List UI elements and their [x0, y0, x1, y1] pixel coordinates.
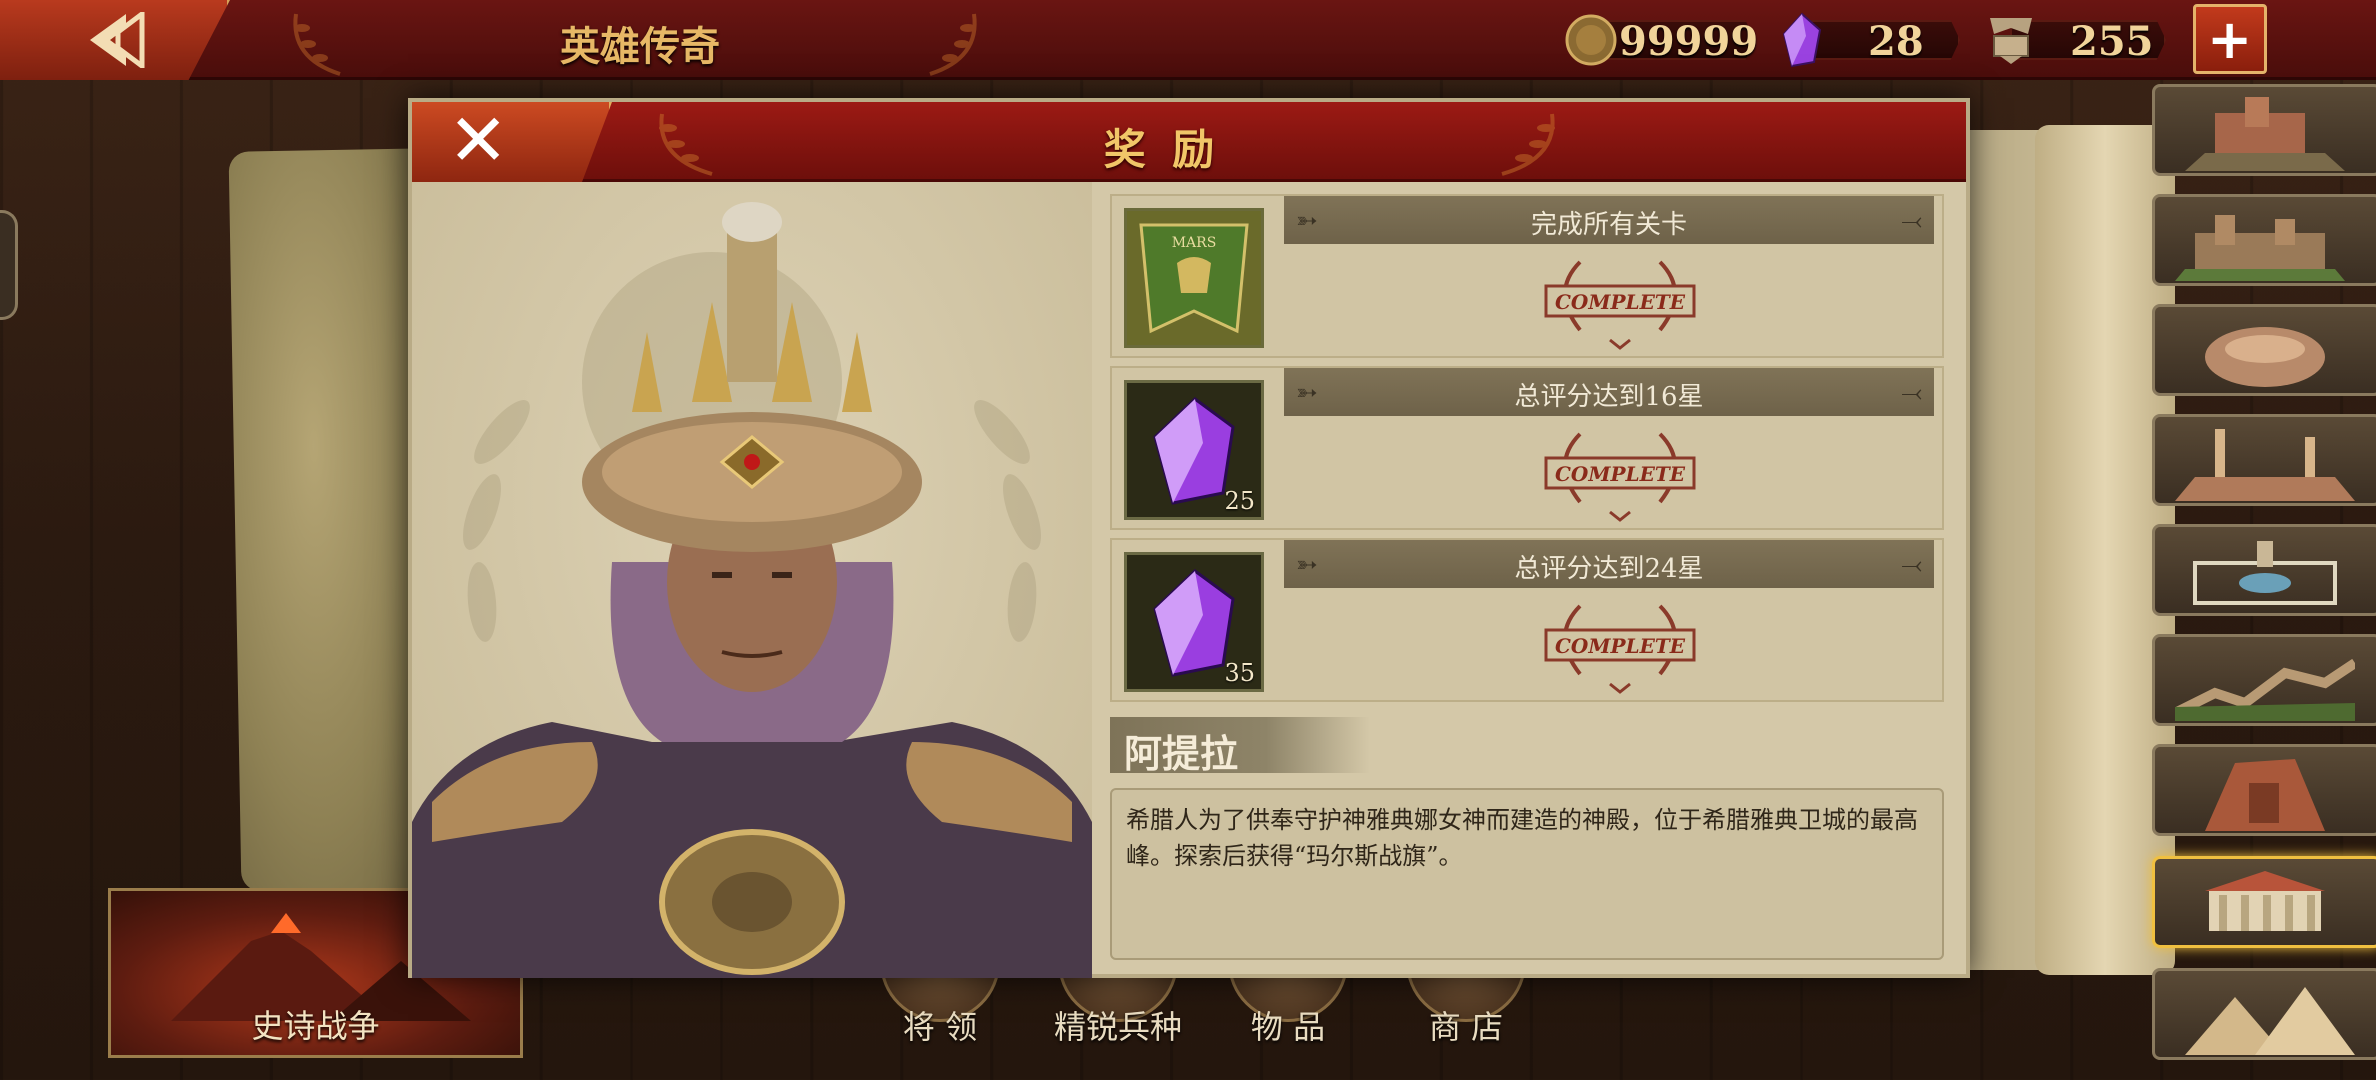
dialog-header: ✕ 奖 励: [412, 102, 1966, 182]
stage-thumbnail-1[interactable]: [2152, 84, 2376, 176]
hero-name-band: 阿提拉: [1110, 717, 1370, 776]
ruins-icon: [2175, 429, 2355, 501]
reward-icon-frame: MARS: [1124, 208, 1264, 348]
laurel-right-icon: [929, 13, 977, 76]
castle-icon: [2175, 215, 2345, 281]
ornament-right-icon: ⤙: [1901, 206, 1922, 236]
top-bar: 英雄传奇 99999 28 255 +: [0, 0, 2376, 80]
close-icon: ✕: [448, 98, 509, 182]
pyramid-icon: [2185, 987, 2355, 1055]
complete-text: COMPLETE: [1555, 462, 1686, 486]
stage-thumbnail-2[interactable]: [2152, 194, 2376, 286]
mars-banner-icon: MARS: [1127, 211, 1261, 345]
reward-dialog: ✕ 奖 励 MARS ➳ 完成所有关卡 ⤙ COMPLETE 25 ➳ 总评分达…: [408, 98, 1970, 978]
page-title: 英雄传奇: [560, 23, 720, 70]
condition-text: 总评分达到24星: [1514, 554, 1704, 584]
colosseum-icon: [2205, 327, 2325, 387]
hero-name: 阿提拉: [1124, 731, 1239, 776]
condition-bar: ➳ 完成所有关卡 ⤙: [1284, 196, 1934, 244]
stage-thumbnail-6[interactable]: [2152, 634, 2376, 726]
reward-icon-frame: 35: [1124, 552, 1264, 692]
parthenon-icon: [2205, 871, 2325, 931]
stage-thumbnail-parthenon[interactable]: [2152, 856, 2376, 948]
condition-text: 总评分达到16星: [1514, 382, 1704, 412]
spqr-eagle-icon: [1990, 18, 2032, 64]
nav-items[interactable]: 物 品: [1218, 962, 1358, 1072]
laurel-right-icon: [1501, 113, 1555, 176]
laurel-left-icon: [659, 113, 713, 176]
reward-icon-frame: 25: [1124, 380, 1264, 520]
petra-icon: [2205, 759, 2325, 831]
stage-thumbnail-5[interactable]: [2152, 524, 2376, 616]
nav-items-label: 物 品: [1250, 1008, 1326, 1046]
laurel-left-icon: [293, 13, 341, 76]
complete-stamp: COMPLETE: [1544, 604, 1696, 694]
add-currency-button[interactable]: +: [2193, 4, 2267, 74]
gold-coin-icon: [1565, 14, 1617, 66]
description-box: 希腊人为了供奉守护神雅典娜女神而建造的神殿，位于希腊雅典卫城的最高峰。探索后获得…: [1110, 788, 1944, 960]
complete-text: COMPLETE: [1555, 634, 1686, 658]
plus-icon: +: [2207, 8, 2253, 71]
stage-thumbnail-7[interactable]: [2152, 744, 2376, 836]
reward-row-2: 25 ➳ 总评分达到16星 ⤙ COMPLETE: [1110, 366, 1944, 530]
condition-bar: ➳ 总评分达到16星 ⤙: [1284, 368, 1934, 416]
garden-temple-icon: [2193, 541, 2337, 605]
nav-generals[interactable]: 将 领: [870, 962, 1010, 1072]
gold-counter: 99999: [1565, 12, 1759, 66]
fortress-icon: [2185, 97, 2345, 171]
description-text: 希腊人为了供奉守护神雅典娜女神而建造的神殿，位于希腊雅典卫城的最高峰。探索后获得…: [1126, 806, 1918, 870]
banner-text: MARS: [1172, 235, 1217, 251]
complete-stamp: COMPLETE: [1544, 432, 1696, 522]
complete-text: COMPLETE: [1555, 290, 1686, 314]
hero-portrait: [412, 202, 1092, 978]
nav-generals-label: 将 领: [902, 1008, 978, 1046]
back-arrow-icon: [90, 12, 145, 68]
nav-elite-troops[interactable]: 精锐兵种: [1048, 962, 1188, 1072]
ornament-right-icon: ⤙: [1901, 550, 1922, 580]
reward-row-3: 35 ➳ 总评分达到24星 ⤙ COMPLETE: [1110, 538, 1944, 702]
stage-thumbnail-3[interactable]: [2152, 304, 2376, 396]
hero-portrait-panel: [412, 182, 1092, 978]
gold-amount: 99999: [1619, 18, 1759, 65]
complete-stamp: COMPLETE: [1544, 260, 1696, 350]
reward-quantity: 25: [1224, 487, 1255, 515]
stage-thumbnail-pyramids[interactable]: [2152, 968, 2376, 1060]
nav-shop[interactable]: 商 店: [1396, 962, 1536, 1072]
condition-text: 完成所有关卡: [1530, 210, 1687, 240]
honor-counter: 255: [1986, 12, 2166, 66]
back-button[interactable]: [0, 0, 230, 80]
reward-quantity: 35: [1224, 659, 1255, 687]
left-drawer-tab[interactable]: [0, 210, 18, 320]
nav-elite-troops-label: 精锐兵种: [1053, 1008, 1182, 1046]
condition-bar: ➳ 总评分达到24星 ⤙: [1284, 540, 1934, 588]
dialog-title: 奖 励: [1103, 125, 1221, 174]
stage-thumbnail-4[interactable]: [2152, 414, 2376, 506]
ornament-right-icon: ⤙: [1901, 378, 1922, 408]
great-wall-icon: [2175, 658, 2355, 721]
epic-war-label: 史诗战争: [251, 1007, 380, 1045]
purple-gem-icon: [1782, 12, 1822, 68]
gem-amount: 28: [1868, 18, 1924, 65]
gem-counter: 28: [1780, 12, 1960, 68]
reward-row-1: MARS ➳ 完成所有关卡 ⤙ COMPLETE: [1110, 194, 1944, 358]
honor-amount: 255: [2070, 18, 2154, 65]
nav-shop-label: 商 店: [1428, 1008, 1504, 1046]
close-button[interactable]: ✕: [412, 102, 612, 182]
